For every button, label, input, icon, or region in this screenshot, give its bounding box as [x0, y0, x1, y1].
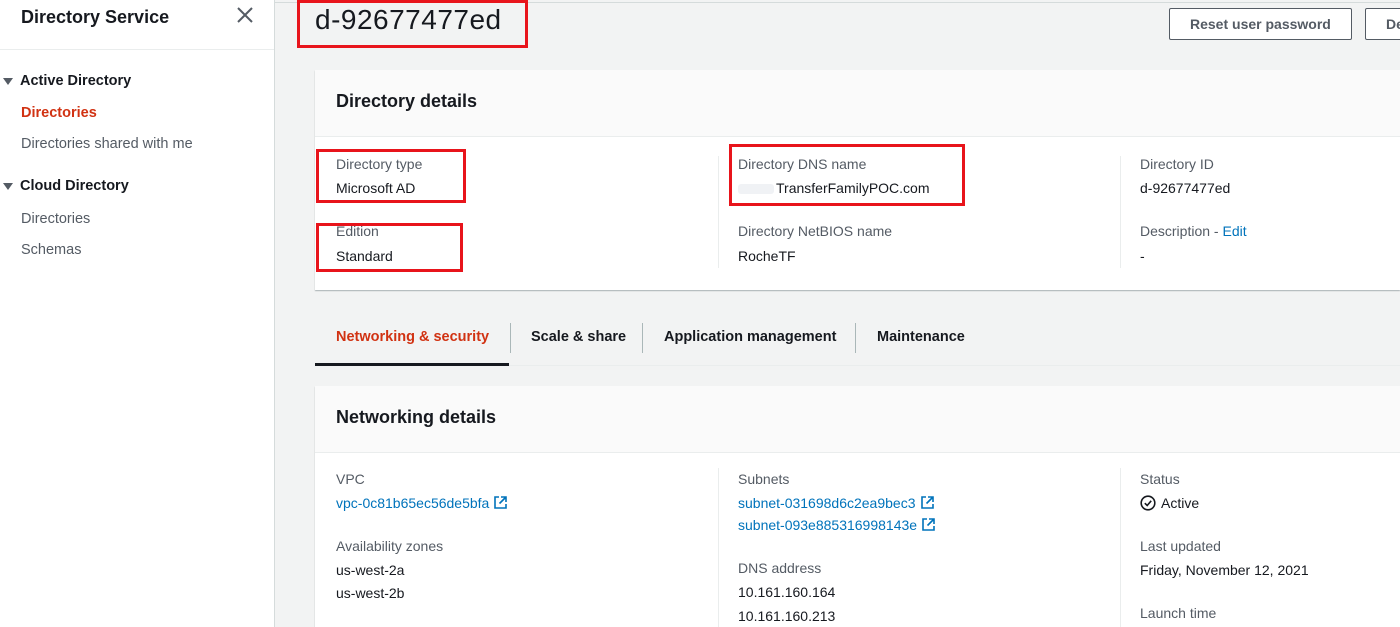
- check-circle-icon: [1140, 495, 1156, 511]
- availability-zones-label: Availability zones: [336, 538, 444, 554]
- dns-address-value: 10.161.160.213: [738, 608, 836, 624]
- last-updated-label: Last updated: [1140, 538, 1221, 554]
- tab-divider: [855, 323, 856, 353]
- description-value: -: [1140, 248, 1145, 264]
- column-divider: [718, 468, 719, 627]
- description-label-text: Description: [1140, 223, 1211, 239]
- caret-down-icon: [3, 182, 13, 190]
- dns-address-label: DNS address: [738, 560, 822, 576]
- sidebar-item-schemas[interactable]: Schemas: [21, 242, 81, 258]
- external-link-icon[interactable]: [921, 517, 936, 535]
- sidebar-section-label: Active Directory: [20, 73, 132, 89]
- subnets-label: Subnets: [738, 471, 790, 487]
- subnet-link[interactable]: subnet-093e885316998143e: [738, 517, 917, 533]
- directory-details-title: Directory details: [336, 91, 478, 111]
- tab-divider: [642, 323, 643, 353]
- vpc-link[interactable]: vpc-0c81b65ec56de5bfa: [336, 495, 489, 511]
- tab-divider: [510, 323, 511, 353]
- tab-networking-security[interactable]: Networking & security: [336, 329, 489, 345]
- status-label: Status: [1140, 471, 1180, 487]
- networking-details-title: Networking details: [336, 407, 497, 427]
- description-separator: -: [1210, 223, 1223, 239]
- caret-down-icon: [3, 77, 13, 85]
- panel-header: Directory details: [315, 70, 1400, 137]
- directory-details-panel: Directory details Directory type Microso…: [315, 70, 1400, 290]
- column-divider: [1120, 468, 1121, 627]
- sidebar-item-directories[interactable]: Directories: [21, 105, 97, 121]
- sidebar-item-cloud-directories[interactable]: Directories: [21, 211, 90, 227]
- status-text: Active: [1161, 495, 1200, 511]
- availability-zone-value: us-west-2a: [336, 562, 405, 578]
- sidebar-navigation: Directory Service Active Directory Direc…: [0, 0, 275, 627]
- vpc-label: VPC: [336, 471, 365, 487]
- tab-scale-share[interactable]: Scale & share: [531, 329, 626, 345]
- dns-name-text: TransferFamilyPOC.com: [776, 180, 930, 196]
- directory-id-label: Directory ID: [1140, 156, 1214, 172]
- panel-header: Networking details: [315, 386, 1400, 453]
- dns-name-value: TransferFamilyPOC.com: [738, 180, 930, 196]
- delete-directory-button[interactable]: De: [1365, 8, 1400, 40]
- directory-type-value: Microsoft AD: [336, 180, 416, 196]
- edition-label: Edition: [336, 223, 379, 239]
- sidebar-section-label: Cloud Directory: [20, 178, 129, 194]
- sidebar-section-cloud-directory[interactable]: Cloud Directory: [3, 178, 129, 194]
- edition-value: Standard: [336, 248, 393, 264]
- active-tab-indicator: [315, 363, 509, 366]
- vpc-value: vpc-0c81b65ec56de5bfa: [336, 495, 508, 513]
- sidebar-title: Directory Service: [21, 7, 170, 27]
- netbios-value: RocheTF: [738, 248, 796, 264]
- column-divider: [718, 156, 719, 268]
- edit-description-link[interactable]: Edit: [1222, 223, 1246, 239]
- availability-zone-value: us-west-2b: [336, 585, 405, 601]
- header-divider: [275, 2, 1400, 3]
- close-icon[interactable]: [236, 6, 254, 24]
- subnet-value: subnet-093e885316998143e: [738, 517, 936, 535]
- tab-application-management[interactable]: Application management: [664, 329, 836, 345]
- sidebar-divider: [0, 49, 274, 50]
- external-link-icon[interactable]: [493, 495, 508, 513]
- subnet-link[interactable]: subnet-031698d6c2ea9bec3: [738, 495, 916, 511]
- networking-details-panel: Networking details VPC vpc-0c81b65ec56de…: [315, 386, 1400, 627]
- last-updated-value: Friday, November 12, 2021: [1140, 562, 1309, 578]
- directory-type-label: Directory type: [336, 156, 423, 172]
- dns-address-value: 10.161.160.164: [738, 584, 836, 600]
- page-title: d-92677477ed: [315, 4, 502, 35]
- reset-user-password-button[interactable]: Reset user password: [1169, 8, 1352, 40]
- external-link-icon[interactable]: [920, 495, 935, 513]
- description-label: Description - Edit: [1140, 223, 1247, 239]
- netbios-label: Directory NetBIOS name: [738, 223, 893, 239]
- dns-name-label: Directory DNS name: [738, 156, 867, 172]
- column-divider: [1120, 156, 1121, 268]
- status-value: Active: [1140, 495, 1199, 511]
- sidebar-item-directories-shared[interactable]: Directories shared with me: [21, 136, 193, 152]
- tab-maintenance[interactable]: Maintenance: [877, 329, 965, 345]
- directory-id-value: d-92677477ed: [1140, 180, 1231, 196]
- launch-time-label: Launch time: [1140, 605, 1217, 621]
- sidebar-section-active-directory[interactable]: Active Directory: [3, 73, 131, 89]
- subnet-value: subnet-031698d6c2ea9bec3: [738, 495, 935, 513]
- redacted-text: [738, 184, 774, 195]
